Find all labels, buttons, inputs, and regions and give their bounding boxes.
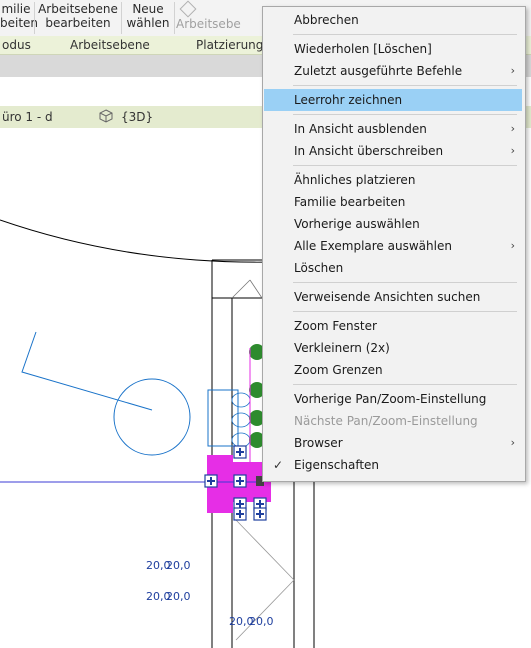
panel-title-mode: odus <box>2 38 31 52</box>
menu-separator <box>293 114 517 115</box>
ribbon-button-label: milie <box>1 2 31 16</box>
ribbon-button-label: bearbeiten <box>45 16 111 30</box>
ribbon-button-family[interactable]: milie beiten <box>0 0 39 36</box>
chevron-right-icon: › <box>510 122 515 135</box>
dimension-label: 20,0 <box>166 559 191 572</box>
dimension-label: 20,0 <box>249 615 274 628</box>
menu-item-hide-in-view[interactable]: In Ansicht ausblenden › <box>263 118 525 140</box>
edit-workplane-button[interactable]: Arbeitsebene bearbeiten <box>36 0 120 36</box>
ribbon-button-label: Arbeitsebene <box>38 2 118 16</box>
menu-item-zoom-out[interactable]: Verkleinern (2x) <box>263 337 525 359</box>
menu-item-edit-family[interactable]: Familie bearbeiten <box>263 191 525 213</box>
menu-item-select-all-instances[interactable]: Alle Exemplare auswählen › <box>263 235 525 257</box>
chevron-right-icon: › <box>510 436 515 449</box>
menu-item-zoom-window[interactable]: Zoom Fenster <box>263 315 525 337</box>
menu-item-create-similar[interactable]: Ähnliches platzieren <box>263 169 525 191</box>
menu-item-select-previous[interactable]: Vorherige auswählen <box>263 213 525 235</box>
chevron-right-icon: › <box>510 144 515 157</box>
menu-item-find-referring-views[interactable]: Verweisende Ansichten suchen <box>263 286 525 308</box>
ribbon-separator <box>34 2 35 34</box>
context-menu: Abbrechen Wiederholen [Löschen] Zuletzt … <box>262 6 526 482</box>
panel-title-placement: Platzierung <box>196 38 264 52</box>
menu-separator <box>293 384 517 385</box>
ribbon-separator <box>174 2 175 34</box>
menu-separator <box>293 34 517 35</box>
view-tab-3d[interactable]: {3D} <box>121 110 153 124</box>
menu-item-properties[interactable]: ✓ Eigenschaften <box>263 454 525 476</box>
panel-title-workplane: Arbeitsebene <box>70 38 150 52</box>
3d-view-icon <box>99 109 113 126</box>
chevron-right-icon: › <box>510 64 515 77</box>
view-tab-floorplan[interactable]: üro 1 - d <box>2 110 53 124</box>
ribbon-button-label: Neue <box>132 2 164 16</box>
menu-item-previous-pan-zoom[interactable]: Vorherige Pan/Zoom-Einstellung <box>263 388 525 410</box>
menu-item-delete[interactable]: Löschen <box>263 257 525 279</box>
checkmark-icon: ✓ <box>273 458 284 472</box>
menu-separator <box>293 85 517 86</box>
menu-item-override-in-view[interactable]: In Ansicht überschreiben › <box>263 140 525 162</box>
ribbon-button-label: Arbeitsebe <box>176 17 241 31</box>
menu-item-repeat-delete[interactable]: Wiederholen [Löschen] <box>263 38 525 60</box>
dimension-label: 20,0 <box>166 590 191 603</box>
menu-separator <box>293 311 517 312</box>
menu-item-browser[interactable]: Browser › <box>263 432 525 454</box>
menu-item-cancel[interactable]: Abbrechen <box>263 9 525 31</box>
menu-item-next-pan-zoom[interactable]: Nächste Pan/Zoom-Einstellung <box>263 410 525 432</box>
menu-separator <box>293 282 517 283</box>
workplane-icon <box>179 0 197 18</box>
ribbon-button-label: wählen <box>126 16 170 30</box>
menu-item-draw-conduit[interactable]: Leerrohr zeichnen <box>264 89 522 111</box>
pick-new-button[interactable]: Neue wählen <box>123 0 173 36</box>
chevron-right-icon: › <box>510 239 515 252</box>
workplane-viewer-button[interactable]: Arbeitsebe <box>176 0 262 36</box>
menu-separator <box>293 165 517 166</box>
ribbon-separator <box>121 2 122 34</box>
menu-item-recent-commands[interactable]: Zuletzt ausgeführte Befehle › <box>263 60 525 82</box>
menu-item-zoom-extents[interactable]: Zoom Grenzen <box>263 359 525 381</box>
ribbon-button-label: beiten <box>0 16 39 30</box>
